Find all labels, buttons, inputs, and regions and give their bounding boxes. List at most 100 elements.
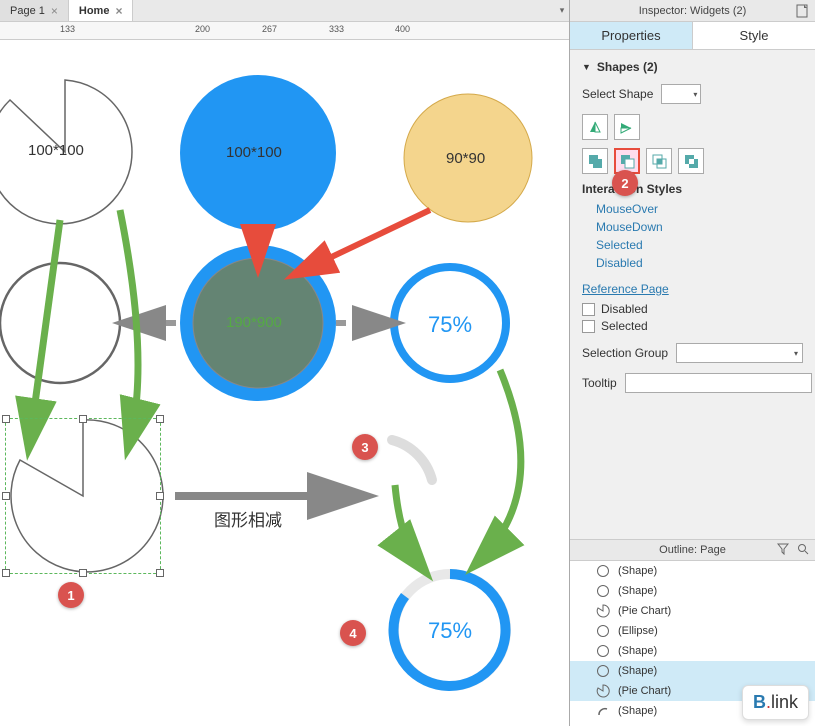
tab-label: Page 1 — [10, 5, 45, 17]
link-selected[interactable]: Selected — [596, 238, 803, 252]
selection-handle[interactable] — [2, 569, 10, 577]
section-label: Shapes (2) — [597, 60, 658, 74]
select-shape-label: Select Shape — [582, 87, 653, 101]
outline-item[interactable]: (Pie Chart) — [570, 601, 815, 621]
tab-properties[interactable]: Properties — [570, 22, 693, 49]
selection-group-row: Selection Group — [582, 343, 803, 363]
pie-shape[interactable] — [0, 80, 132, 224]
selection-box — [5, 418, 161, 574]
green-arrow-2 — [120, 210, 138, 440]
outline-header: Outline: Page — [570, 539, 815, 561]
step-badge-4: 4 — [340, 620, 366, 646]
arc-icon — [596, 704, 610, 718]
inspector-header: Inspector: Widgets (2) — [570, 0, 815, 22]
green-arrow-4 — [395, 485, 420, 565]
selection-handle[interactable] — [156, 415, 164, 423]
green-overlay[interactable] — [193, 258, 323, 388]
flip-vertical-button[interactable] — [614, 114, 640, 140]
search-icon[interactable] — [797, 543, 809, 558]
selection-handle[interactable] — [156, 569, 164, 577]
ring-75[interactable] — [394, 267, 506, 379]
selection-handle[interactable] — [79, 415, 87, 423]
tab-home[interactable]: Home × — [69, 0, 134, 21]
union-button[interactable] — [582, 148, 608, 174]
checkbox-disabled-row: Disabled — [582, 302, 803, 316]
outline-item-label: (Shape) — [618, 665, 657, 677]
tooltip-input[interactable] — [625, 373, 812, 393]
ruler-tick: 333 — [329, 24, 344, 34]
close-icon[interactable]: × — [51, 4, 58, 18]
ring-shape-left[interactable] — [0, 263, 120, 383]
selection-handle[interactable] — [2, 415, 10, 423]
outline-item[interactable]: (Shape) — [570, 661, 815, 681]
canvas-svg — [0, 40, 570, 726]
tab-page1[interactable]: Page 1 × — [0, 0, 69, 21]
selection-handle[interactable] — [79, 569, 87, 577]
inspector-body: ▼ Shapes (2) Select Shape 2 Interaction … — [570, 50, 815, 539]
outline-item-label: (Shape) — [618, 565, 657, 577]
outline-item-label: (Ellipse) — [618, 625, 658, 637]
selection-group-label: Selection Group — [582, 346, 668, 360]
document-tabs: Page 1 × Home × ▾ — [0, 0, 569, 22]
outline-item[interactable]: (Shape) — [570, 581, 815, 601]
section-shapes: ▼ Shapes (2) — [582, 60, 803, 74]
disclosure-triangle-icon[interactable]: ▼ — [582, 62, 591, 72]
checkbox-label: Selected — [601, 319, 648, 333]
outline-item[interactable]: (Shape) — [570, 561, 815, 581]
filter-icon[interactable] — [777, 543, 789, 558]
circle-icon — [596, 624, 610, 638]
outline-item[interactable]: (Ellipse) — [570, 621, 815, 641]
reference-page-link[interactable]: Reference Page — [582, 282, 803, 296]
yellow-circle[interactable] — [404, 94, 532, 222]
close-icon[interactable]: × — [115, 4, 122, 18]
outline-item[interactable]: (Shape) — [570, 641, 815, 661]
tabs-dropdown[interactable]: ▾ — [555, 0, 569, 21]
exclude-button[interactable] — [678, 148, 704, 174]
checkbox-selected[interactable] — [582, 320, 595, 333]
flip-horizontal-button[interactable] — [582, 114, 608, 140]
outline-title: Outline: Page — [659, 544, 726, 556]
boolean-tools: 2 — [582, 148, 803, 174]
tooltip-row: Tooltip — [582, 373, 803, 393]
outline-item-label: (Shape) — [618, 645, 657, 657]
step-badge-3: 3 — [352, 434, 378, 460]
design-canvas[interactable]: 100*100 100*100 90*90 190*900 75% 75% 图形… — [0, 40, 569, 726]
step-badge-2: 2 — [612, 170, 638, 196]
select-shape-row: Select Shape — [582, 84, 803, 104]
circle-icon — [596, 564, 610, 578]
link-disabled[interactable]: Disabled — [596, 256, 803, 270]
blink-logo: B.link — [742, 685, 809, 720]
blue-circle[interactable] — [180, 75, 336, 231]
tab-label: Home — [79, 5, 110, 17]
circle-icon — [596, 644, 610, 658]
tooltip-label: Tooltip — [582, 376, 617, 390]
inspector-title: Inspector: Widgets (2) — [639, 5, 747, 17]
flip-tools — [582, 114, 803, 140]
ruler-tick: 267 — [262, 24, 277, 34]
interaction-styles-list: MouseOver MouseDown Selected Disabled — [582, 202, 803, 270]
selection-group-dropdown[interactable] — [676, 343, 803, 363]
outline-item-label: (Shape) — [618, 585, 657, 597]
outline-item-label: (Pie Chart) — [618, 685, 671, 697]
step-badge-1: 1 — [58, 582, 84, 608]
link-mousedown[interactable]: MouseDown — [596, 220, 803, 234]
inspector-panel: Inspector: Widgets (2) Properties Style … — [570, 0, 815, 726]
pie-icon — [596, 604, 610, 618]
ruler-tick: 200 — [195, 24, 210, 34]
checkbox-label: Disabled — [601, 302, 648, 316]
selection-handle[interactable] — [2, 492, 10, 500]
arc-fragment[interactable] — [392, 440, 432, 480]
ruler-tick: 400 — [395, 24, 410, 34]
inspector-tabs: Properties Style — [570, 22, 815, 50]
ruler-tick: 133 — [60, 24, 75, 34]
circle-icon — [596, 584, 610, 598]
intersect-button[interactable] — [646, 148, 672, 174]
outline-item-label: (Pie Chart) — [618, 605, 671, 617]
link-mouseover[interactable]: MouseOver — [596, 202, 803, 216]
shape-dropdown[interactable] — [661, 84, 701, 104]
arrow-red-2 — [300, 210, 430, 272]
selection-handle[interactable] — [156, 492, 164, 500]
checkbox-disabled[interactable] — [582, 303, 595, 316]
document-icon[interactable] — [795, 4, 809, 18]
tab-style[interactable]: Style — [693, 22, 815, 49]
